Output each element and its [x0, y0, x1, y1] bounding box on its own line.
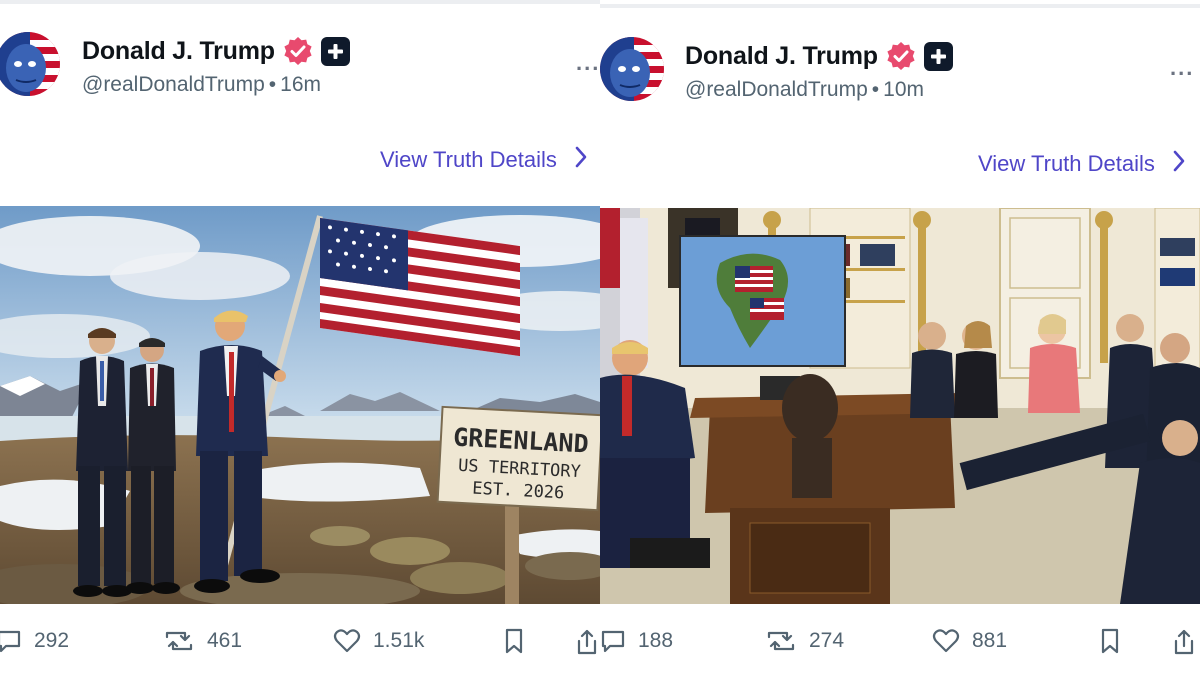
like-icon [333, 628, 361, 654]
divider [0, 0, 600, 4]
chevron-right-icon [575, 146, 587, 174]
view-details-link[interactable]: View Truth Details [380, 146, 587, 174]
author-name[interactable]: Donald J. Trump [82, 37, 275, 66]
plus-icon [923, 41, 953, 71]
chevron-right-icon [1173, 150, 1185, 178]
bookmark-button[interactable] [504, 628, 524, 654]
post-image[interactable]: GREENLAND US TERRITORY EST. 2026 [0, 206, 600, 604]
action-bar: 188 274 881 [600, 628, 1200, 668]
retruth-count: 274 [809, 629, 845, 652]
author-meta: @realDonaldTrump • 16m [82, 73, 321, 97]
meta-separator: • [268, 73, 277, 96]
plus-icon [320, 36, 350, 66]
author-meta: @realDonaldTrump • 10m [685, 78, 924, 102]
retruth-icon [163, 628, 195, 654]
bookmark-icon [1100, 628, 1120, 654]
author-handle[interactable]: @realDonaldTrump [685, 78, 868, 101]
retruth-count: 461 [207, 629, 243, 652]
retruth-button[interactable]: 461 [163, 628, 242, 654]
like-button[interactable]: 1.51k [333, 628, 424, 654]
share-button[interactable] [575, 628, 599, 656]
post-image[interactable] [600, 208, 1200, 604]
reply-icon [0, 628, 22, 654]
bookmark-icon [504, 628, 524, 654]
like-count: 881 [972, 629, 1008, 652]
reply-count: 188 [638, 629, 674, 652]
post-card: Donald J. Trump @realDonaldTrump • 16m ...… [0, 0, 600, 675]
verified-icon [283, 36, 313, 66]
avatar[interactable] [600, 37, 664, 101]
post-card: Donald J. Trump @realDonaldTrump • 10m ...… [600, 0, 1200, 675]
verified-icon [886, 41, 916, 71]
avatar[interactable] [0, 32, 60, 96]
post-time[interactable]: 10m [883, 78, 924, 101]
author-name[interactable]: Donald J. Trump [685, 42, 878, 71]
bookmark-button[interactable] [1100, 628, 1120, 654]
reply-button[interactable]: 188 [600, 628, 673, 654]
share-icon [1172, 628, 1196, 656]
divider [600, 4, 1200, 8]
retruth-icon [765, 628, 797, 654]
post-time[interactable]: 16m [280, 73, 321, 96]
author-row: Donald J. Trump [82, 36, 350, 66]
author-handle[interactable]: @realDonaldTrump [82, 73, 265, 96]
share-icon [575, 628, 599, 656]
reply-count: 292 [34, 629, 70, 652]
more-icon[interactable]: ... [1170, 55, 1194, 81]
view-details-label: View Truth Details [380, 147, 557, 172]
share-button[interactable] [1172, 628, 1196, 656]
meta-separator: • [871, 78, 880, 101]
more-icon[interactable]: ... [576, 50, 600, 76]
reply-icon [600, 628, 626, 654]
reply-button[interactable]: 292 [0, 628, 69, 654]
like-count: 1.51k [373, 629, 425, 652]
view-details-label: View Truth Details [978, 151, 1155, 176]
like-button[interactable]: 881 [932, 628, 1007, 654]
author-row: Donald J. Trump [685, 41, 953, 71]
action-bar: 292 461 1.51k [0, 628, 600, 668]
retruth-button[interactable]: 274 [765, 628, 844, 654]
like-icon [932, 628, 960, 654]
view-details-link[interactable]: View Truth Details [978, 150, 1185, 178]
